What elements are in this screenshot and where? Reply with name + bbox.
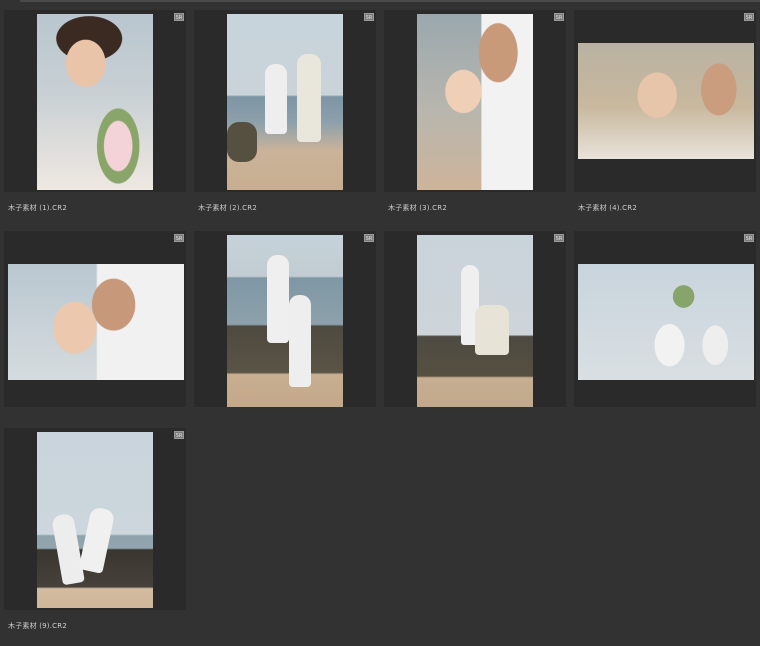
filename-label: 木子素材 (4).CR2 — [578, 204, 637, 212]
raw-badge: SR — [174, 431, 184, 439]
thumbnail-tile[interactable]: SR — [574, 231, 756, 407]
figure-shape — [475, 305, 509, 355]
photo-thumbnail[interactable] — [8, 264, 184, 380]
thumbnail-tile[interactable]: SR — [384, 10, 566, 192]
rock-shape — [227, 122, 257, 162]
filename-label: 木子素材 (9).CR2 — [8, 622, 67, 630]
figure-shape — [289, 295, 311, 387]
figure-shape — [78, 506, 116, 574]
photo-thumbnail[interactable] — [417, 235, 533, 407]
thumbnail-tile[interactable]: SR — [4, 231, 186, 407]
raw-badge: SR — [364, 234, 374, 242]
filename-label: 木子素材 (1).CR2 — [8, 204, 67, 212]
photo-thumbnail[interactable] — [578, 264, 754, 380]
raw-badge: SR — [364, 13, 374, 21]
photo-thumbnail[interactable] — [227, 14, 343, 190]
raw-badge: SR — [744, 234, 754, 242]
thumbnail-tile[interactable]: SR — [194, 10, 376, 192]
filename-label: 木子素材 (3).CR2 — [388, 204, 447, 212]
raw-badge: SR — [554, 234, 564, 242]
raw-badge: SR — [174, 234, 184, 242]
photo-thumbnail[interactable] — [417, 14, 533, 190]
photo-thumbnail[interactable] — [37, 432, 153, 608]
raw-badge: SR — [174, 13, 184, 21]
figure-shape — [265, 64, 287, 134]
figure-shape — [51, 512, 85, 586]
thumbnail-grid: SR 木子素材 (1).CR2 SR 木子素材 (2).CR2 SR 木子素材 … — [0, 0, 760, 646]
thumbnail-tile[interactable]: SR — [4, 428, 186, 610]
thumbnail-tile[interactable]: SR — [384, 231, 566, 407]
filename-label: 木子素材 (2).CR2 — [198, 204, 257, 212]
thumbnail-tile[interactable]: SR — [194, 231, 376, 407]
thumbnail-tile[interactable]: SR — [4, 10, 186, 192]
raw-badge: SR — [554, 13, 564, 21]
figure-shape — [297, 54, 321, 142]
photo-thumbnail[interactable] — [37, 14, 153, 190]
photo-thumbnail[interactable] — [578, 43, 754, 159]
photo-thumbnail[interactable] — [227, 235, 343, 407]
figure-shape — [267, 255, 289, 343]
raw-badge: SR — [744, 13, 754, 21]
thumbnail-tile[interactable]: SR — [574, 10, 756, 192]
